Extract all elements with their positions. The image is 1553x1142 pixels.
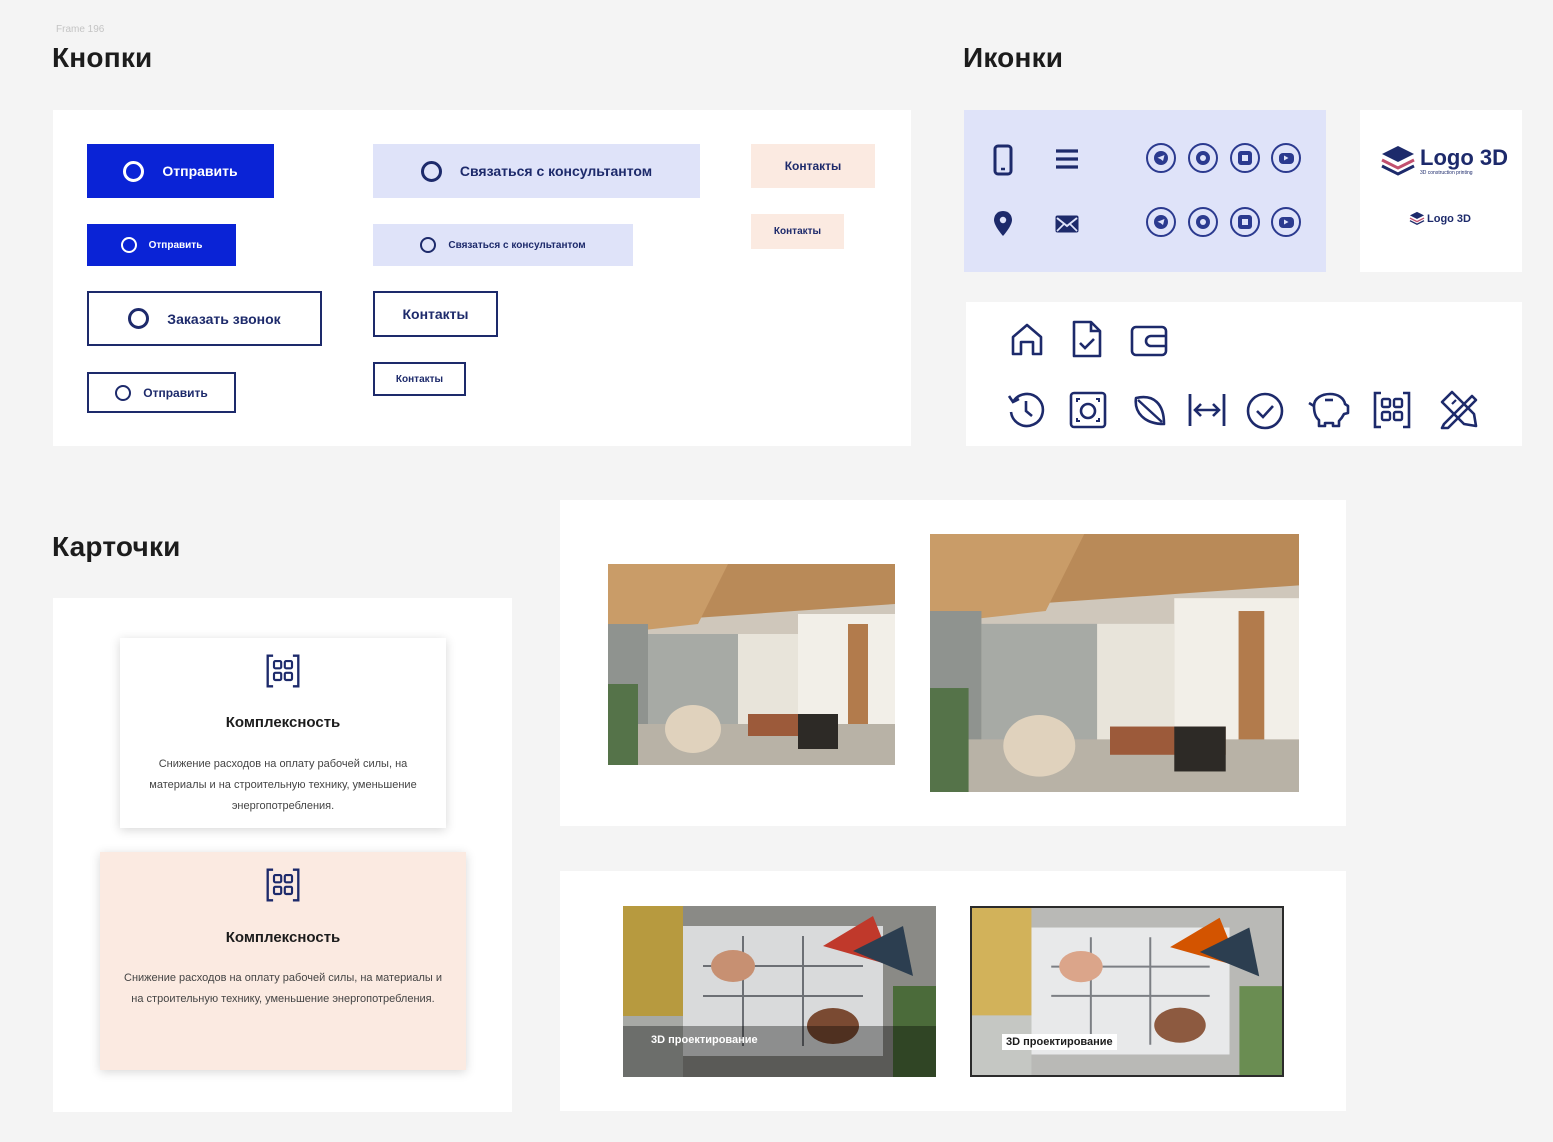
- logo-large: Logo 3D 3D construction printing: [1380, 144, 1508, 178]
- send-button-label: Отправить: [148, 239, 203, 251]
- logo-subtitle: 3D construction printing: [1420, 169, 1473, 176]
- logo-layers-icon: [1409, 211, 1425, 225]
- menu-icon[interactable]: [1054, 148, 1080, 170]
- grid-icon: [266, 654, 300, 688]
- history-icon[interactable]: [1006, 390, 1046, 430]
- tools-icon[interactable]: [1438, 388, 1482, 430]
- whatsapp-icon[interactable]: [1188, 207, 1218, 237]
- buttons-section-title: Кнопки: [52, 42, 153, 73]
- card-text: Снижение расходов на оплату рабочей силы…: [124, 972, 442, 1005]
- logo-text: Logo 3D: [1420, 144, 1508, 170]
- order-call-button[interactable]: Заказать звонок: [87, 291, 322, 346]
- design-photo[interactable]: 3D проектирование: [623, 906, 936, 1077]
- contacts-button-label: Контакты: [395, 373, 444, 385]
- circle-icon: [420, 160, 442, 182]
- contacts-outline-button-small[interactable]: Контакты: [373, 362, 466, 396]
- contact-consultant-label: Связаться с консультантом: [448, 239, 586, 251]
- grid-icon: [266, 868, 300, 902]
- send-button-label: Отправить: [162, 163, 238, 179]
- cards-section-title: Карточки: [52, 531, 181, 562]
- interior-photo-large[interactable]: [930, 534, 1299, 792]
- mail-icon[interactable]: [1054, 214, 1080, 234]
- buttons-panel: Отправить Отправить Заказать звонок Отпр…: [53, 110, 911, 446]
- design-photos-panel: 3D проектирование 3D проектирование: [560, 871, 1346, 1111]
- vk-icon[interactable]: [1230, 207, 1260, 237]
- photo-caption-label: 3D проектирование: [1002, 1034, 1117, 1050]
- home-icon[interactable]: [1008, 320, 1046, 358]
- whatsapp-icon[interactable]: [1188, 143, 1218, 173]
- interior-photos-panel: [560, 500, 1346, 826]
- card-title: Комплексность: [225, 929, 341, 946]
- document-check-icon[interactable]: [1070, 319, 1104, 359]
- card-title: Комплексность: [225, 714, 341, 731]
- cards-panel: Комплексность Снижение расходов на оплат…: [53, 598, 512, 1112]
- send-button-small[interactable]: Отправить: [87, 224, 236, 266]
- contacts-outline-button-large[interactable]: Контакты: [373, 291, 498, 337]
- piggy-bank-icon[interactable]: [1306, 388, 1350, 430]
- logo-layers-icon: [1381, 146, 1415, 176]
- feature-card-highlighted[interactable]: Комплексность Снижение расходов на оплат…: [100, 852, 466, 1070]
- check-circle-icon[interactable]: [1244, 390, 1286, 432]
- contacts-button-label: Контакты: [784, 159, 842, 173]
- wallet-icon[interactable]: [1129, 324, 1169, 358]
- leaf-icon[interactable]: [1130, 390, 1170, 430]
- logo-small: Logo 3D: [1409, 211, 1471, 226]
- circle-icon: [120, 237, 137, 253]
- feature-card[interactable]: Комплексность Снижение расходов на оплат…: [120, 638, 446, 828]
- map-pin-icon[interactable]: [992, 210, 1014, 238]
- circle-icon: [115, 384, 132, 401]
- circle-icon: [128, 308, 150, 329]
- frame-label: Frame 196: [56, 24, 105, 35]
- send-outline-button-label: Отправить: [143, 385, 208, 400]
- contacts-button-label: Контакты: [402, 306, 469, 322]
- telegram-icon[interactable]: [1146, 207, 1176, 237]
- contacts-peach-button-small[interactable]: Контакты: [751, 214, 844, 249]
- contact-consultant-button-small[interactable]: Связаться с консультантом: [373, 224, 633, 266]
- icons-section-title: Иконки: [963, 42, 1064, 73]
- logo-text-small: Logo 3D: [1427, 212, 1471, 225]
- outline-icons-panel: [966, 302, 1522, 446]
- circle-icon: [420, 237, 437, 253]
- circle-icon: [123, 160, 145, 182]
- interior-photo[interactable]: [608, 564, 895, 765]
- width-icon[interactable]: [1186, 390, 1228, 430]
- card-text: Снижение расходов на оплату рабочей силы…: [149, 758, 417, 812]
- vk-icon[interactable]: [1230, 143, 1260, 173]
- logo-panel: Logo 3D 3D construction printing Logo 3D: [1360, 110, 1522, 272]
- order-call-button-label: Заказать звонок: [167, 310, 281, 327]
- telegram-icon[interactable]: [1146, 143, 1176, 173]
- youtube-icon[interactable]: [1271, 207, 1301, 237]
- youtube-icon[interactable]: [1271, 143, 1301, 173]
- contact-consultant-label: Связаться с консультантом: [459, 163, 653, 179]
- send-outline-button[interactable]: Отправить: [87, 372, 236, 413]
- contact-consultant-button-large[interactable]: Связаться с консультантом: [373, 144, 700, 198]
- contacts-button-label: Контакты: [773, 226, 822, 237]
- grid-icon[interactable]: [1372, 390, 1412, 430]
- contact-icons-panel: [964, 110, 1326, 272]
- design-photo-selected[interactable]: 3D проектирование: [970, 906, 1284, 1077]
- photo-caption: 3D проектирование: [651, 1034, 758, 1046]
- scan-icon[interactable]: [1068, 390, 1108, 430]
- phone-icon[interactable]: [992, 144, 1014, 176]
- send-button-large[interactable]: Отправить: [87, 144, 274, 198]
- contacts-peach-button-large[interactable]: Контакты: [751, 144, 875, 188]
